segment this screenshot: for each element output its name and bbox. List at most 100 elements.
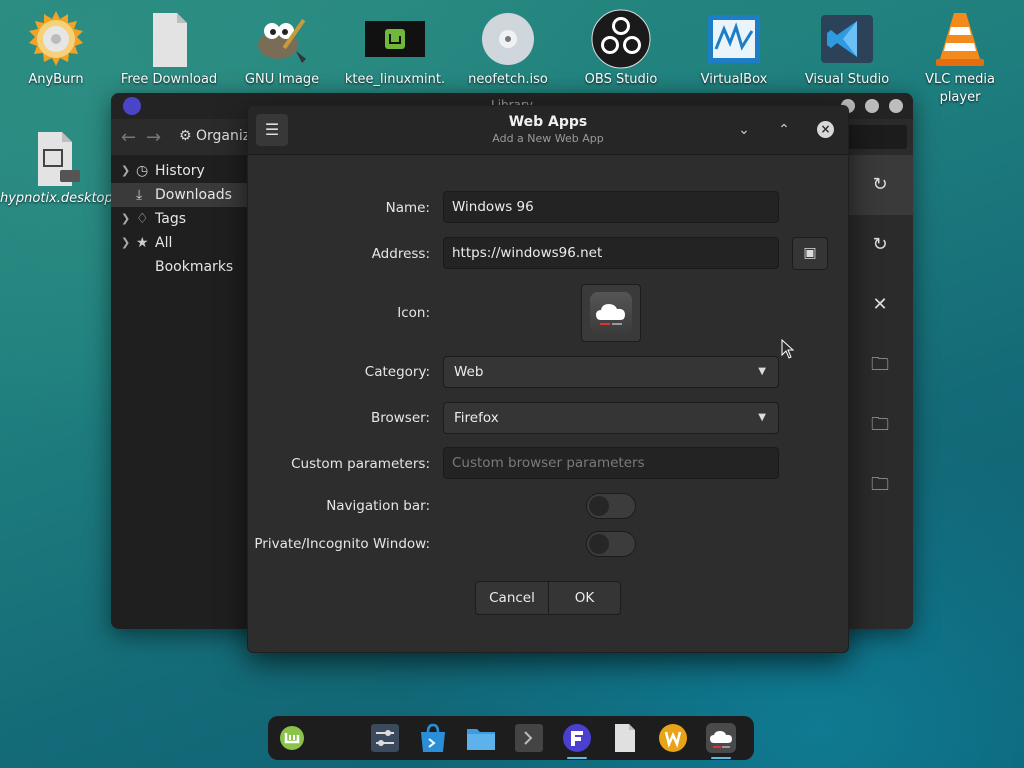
switch-knob bbox=[589, 534, 609, 554]
dropdown-arrow-icon: ▼ bbox=[758, 366, 766, 377]
retry-icon[interactable]: ↻ bbox=[847, 155, 913, 215]
terminal-icon[interactable] bbox=[513, 722, 545, 754]
firefox-icon[interactable] bbox=[561, 722, 593, 759]
folder-icon[interactable]: 🗀 bbox=[847, 395, 913, 455]
desktop-icon-label: hypnotix.desktop bbox=[0, 191, 113, 206]
running-indicator bbox=[567, 757, 587, 759]
gear-icon: ⚙ bbox=[179, 128, 192, 144]
retry-icon[interactable]: ↻ bbox=[847, 215, 913, 275]
web-apps-dialog[interactable]: ☰ Web Apps Add a New Web App ⌄ ⌃ × Name:… bbox=[247, 105, 849, 653]
desktop-icon-vlc[interactable]: VLC media player bbox=[904, 3, 1016, 107]
image-search-icon: ▣ bbox=[803, 245, 817, 261]
tree-item-label: Downloads bbox=[155, 187, 232, 203]
virtualbox-icon bbox=[704, 9, 764, 69]
settings-sliders-icon[interactable] bbox=[369, 722, 401, 754]
navigation-bar-label: Navigation bar: bbox=[326, 498, 430, 514]
forward-arrow-icon[interactable]: → bbox=[146, 127, 161, 148]
dialog-title: Web Apps bbox=[508, 114, 588, 130]
chevron-right-icon[interactable]: ❯ bbox=[121, 231, 130, 255]
fetch-favicon-button[interactable]: ▣ bbox=[792, 237, 828, 270]
cancel-button[interactable]: Cancel bbox=[476, 582, 548, 614]
dialog-headerbar[interactable]: ☰ Web Apps Add a New Web App ⌄ ⌃ × bbox=[248, 106, 848, 155]
obs-icon bbox=[591, 9, 651, 69]
tree-item-tags[interactable]: ❯ ♢ Tags bbox=[111, 207, 247, 231]
custom-parameters-input[interactable]: Custom browser parameters bbox=[443, 447, 779, 479]
desktop-icon-neofetch[interactable]: neofetch.iso bbox=[452, 3, 564, 89]
tag-icon: ♢ bbox=[136, 211, 149, 227]
folder-icon[interactable]: 🗀 bbox=[847, 455, 913, 515]
chevron-right-icon[interactable]: ❯ bbox=[121, 207, 130, 231]
app-icon-button[interactable] bbox=[581, 284, 641, 342]
browser-label: Browser: bbox=[370, 410, 430, 426]
organize-menu[interactable]: ⚙ Organiz bbox=[179, 128, 250, 144]
category-label: Category: bbox=[364, 364, 430, 380]
ok-button[interactable]: OK bbox=[549, 582, 620, 614]
tree-item-all-bookmarks[interactable]: ❯ ★ All Bookmarks bbox=[111, 231, 247, 275]
desktop-icon-hypnotix[interactable]: hypnotix.desktop bbox=[0, 122, 113, 208]
chevron-up-icon[interactable]: ⌃ bbox=[772, 118, 796, 142]
desktop-icon-obs[interactable]: OBS Studio bbox=[565, 3, 677, 89]
name-label: Name: bbox=[385, 200, 430, 216]
gimp-icon bbox=[252, 9, 312, 69]
mint-image-icon bbox=[365, 9, 427, 69]
download-actions-column: ↻ ↻ ✕ 🗀 🗀 🗀 bbox=[847, 155, 913, 629]
back-arrow-icon[interactable]: ← bbox=[121, 127, 136, 148]
organize-label: Organiz bbox=[196, 128, 251, 144]
desktop-icon-label: OBS Studio bbox=[584, 72, 658, 87]
desktop-icon-gimp[interactable]: GNU Image bbox=[226, 3, 338, 89]
vlc-icon bbox=[930, 9, 990, 69]
document-icon bbox=[139, 9, 199, 69]
desktop-icon-anyburn[interactable]: AnyBurn bbox=[0, 3, 112, 89]
folder-icon[interactable]: 🗀 bbox=[847, 335, 913, 395]
private-window-switch[interactable] bbox=[586, 531, 636, 557]
private-window-label: Private/Incognito Window: bbox=[254, 536, 430, 552]
tree-item-label: History bbox=[155, 163, 205, 179]
close-button[interactable] bbox=[889, 99, 903, 113]
disc-image-icon bbox=[478, 9, 538, 69]
running-indicator bbox=[711, 757, 731, 759]
category-select[interactable]: Web ▼ bbox=[443, 356, 779, 388]
custom-parameters-label: Custom parameters: bbox=[291, 456, 430, 472]
chevron-down-icon[interactable]: ⌄ bbox=[732, 118, 756, 142]
desktop-icon-label: ktee_linuxmint. bbox=[344, 72, 446, 87]
dialog-button-group: Cancel OK bbox=[475, 581, 621, 615]
desktop-icon-vscode[interactable]: Visual Studio bbox=[791, 3, 903, 89]
tree-item-history[interactable]: ❯ ◷ History bbox=[111, 159, 247, 183]
desktop-icon-label: neofetch.iso bbox=[468, 72, 548, 87]
switch-knob bbox=[589, 496, 609, 516]
icon-label: Icon: bbox=[397, 305, 430, 321]
clock-icon: ◷ bbox=[136, 163, 149, 179]
category-value: Web bbox=[454, 364, 484, 380]
mint-menu-icon[interactable] bbox=[276, 722, 308, 754]
desktop-icon-label: AnyBurn bbox=[28, 72, 84, 87]
desktop-icon-label: GNU Image bbox=[244, 72, 320, 87]
library-sidebar: ❯ ◷ History ⤓ Downloads ❯ ♢ Tags ❯ ★ All… bbox=[111, 155, 247, 629]
download-icon: ⤓ bbox=[136, 187, 143, 203]
software-store-icon[interactable] bbox=[417, 722, 449, 754]
webapps-icon[interactable] bbox=[705, 722, 737, 759]
address-input[interactable]: https://windows96.net bbox=[443, 237, 779, 269]
desktop-icon-ktee[interactable]: ktee_linuxmint. bbox=[339, 3, 451, 89]
browser-value: Firefox bbox=[454, 410, 499, 426]
browser-select[interactable]: Firefox ▼ bbox=[443, 402, 779, 434]
star-icon: ★ bbox=[136, 235, 149, 251]
name-input[interactable]: Windows 96 bbox=[443, 191, 779, 223]
library-search-input[interactable] bbox=[847, 125, 907, 149]
maximize-button[interactable] bbox=[865, 99, 879, 113]
disc-burn-icon bbox=[26, 9, 86, 69]
text-file-icon[interactable] bbox=[609, 722, 641, 754]
navigation-bar-switch[interactable] bbox=[586, 493, 636, 519]
cancel-download-icon[interactable]: ✕ bbox=[847, 275, 913, 335]
desktop-icon-free-download[interactable]: Free Download bbox=[113, 3, 225, 89]
desktop-file-icon bbox=[26, 128, 86, 188]
chevron-right-icon[interactable]: ❯ bbox=[121, 159, 130, 183]
desktop-icon-virtualbox[interactable]: VirtualBox bbox=[678, 3, 790, 89]
tree-item-downloads[interactable]: ⤓ Downloads bbox=[111, 183, 247, 207]
files-folder-icon[interactable] bbox=[465, 722, 497, 754]
tree-item-label: All Bookmarks bbox=[155, 235, 234, 275]
close-icon[interactable]: × bbox=[817, 121, 834, 138]
dialog-subtitle: Add a New Web App bbox=[492, 132, 604, 145]
desktop-icon-label: VirtualBox bbox=[700, 72, 768, 87]
warpinator-icon[interactable] bbox=[657, 722, 689, 754]
vscode-icon bbox=[817, 9, 877, 69]
